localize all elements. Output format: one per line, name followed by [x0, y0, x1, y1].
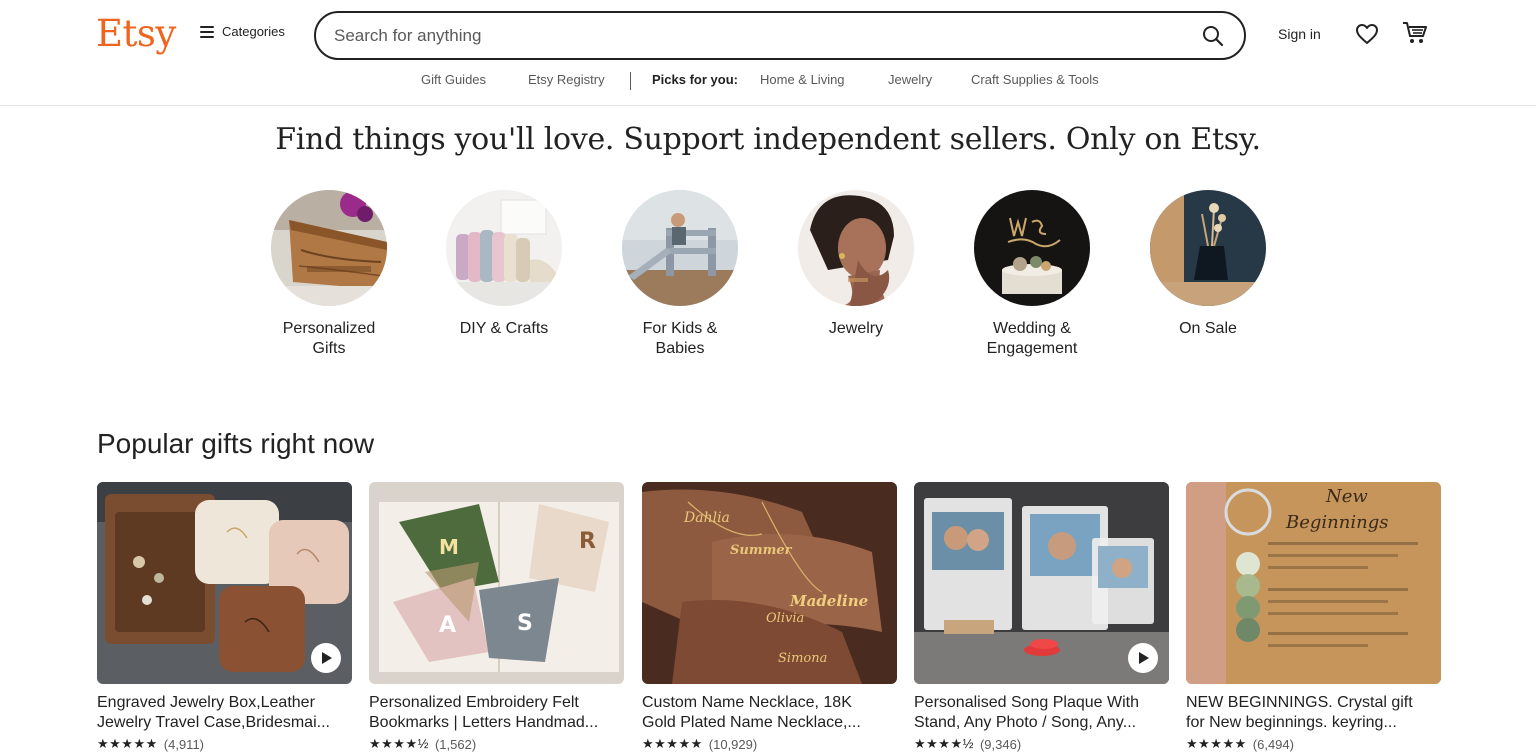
rating-stars-icon: ★★★★½ [369, 736, 429, 751]
category-wedding-engagement[interactable]: Wedding & Engagement [957, 190, 1107, 359]
sign-in-link[interactable]: Sign in [1278, 26, 1321, 42]
category-image [798, 190, 914, 306]
category-image [974, 190, 1090, 306]
category-on-sale[interactable]: On Sale [1133, 190, 1283, 339]
site-header: Etsy Categories Sign in Gift Guides Etsy… [0, 0, 1536, 106]
product-title: NEW BEGINNINGS. Crystal gift for New begi… [1186, 694, 1413, 731]
nav-home-living[interactable]: Home & Living [760, 72, 845, 87]
sub-navigation: Gift Guides Etsy Registry Picks for you:… [0, 72, 1536, 92]
svg-text:Summer: Summer [730, 543, 793, 558]
picks-label: Picks for you: [652, 72, 738, 87]
category-label: DIY & Crafts [459, 320, 549, 337]
review-count: (4,911) [163, 736, 205, 752]
category-image [1150, 190, 1266, 306]
category-kids-babies[interactable]: For Kids & Babies [605, 190, 755, 359]
product-title: Personalized Embroidery Felt Bookmarks | … [369, 694, 599, 731]
product-card[interactable]: New Beginnings NEW BEGINNINGS. Crystal g… [1186, 482, 1441, 752]
product-card[interactable]: R A S M Personalized Embroidery Felt Book… [369, 482, 624, 752]
product-rating: ★★★★½ (1,562) [369, 736, 624, 752]
product-image: R A S M [369, 482, 624, 684]
category-personalized-gifts[interactable]: Personalized Gifts [254, 190, 404, 359]
product-rating: ★★★★★ (10,929) [642, 736, 897, 752]
category-label: On Sale [1179, 320, 1237, 337]
category-label: Personalized Gifts [282, 320, 376, 357]
review-count: (1,562) [434, 736, 477, 752]
category-label: Jewelry [828, 320, 884, 337]
review-count: (10,929) [708, 736, 758, 752]
product-rating: ★★★★★ (6,494) [1186, 736, 1441, 752]
favorites-heart-icon[interactable] [1355, 23, 1381, 47]
categories-button[interactable]: Categories [200, 24, 285, 39]
nav-gift-guides[interactable]: Gift Guides [421, 72, 486, 87]
svg-text:New: New [1325, 486, 1368, 507]
svg-text:A: A [439, 613, 456, 638]
search-icon[interactable] [1200, 23, 1226, 49]
menu-icon [200, 25, 214, 38]
svg-text:S: S [517, 611, 533, 636]
category-jewelry[interactable]: Jewelry [781, 190, 931, 339]
svg-text:Olivia: Olivia [766, 611, 804, 626]
category-circles: Personalized Gifts DIY & Crafts For Kids… [0, 190, 1536, 370]
product-title: Engraved Jewelry Box,Leather Jewelry Trav… [97, 694, 330, 731]
rating-stars-icon: ★★★★½ [914, 736, 974, 751]
svg-text:Beginnings: Beginnings [1285, 512, 1388, 533]
etsy-logo[interactable]: Etsy [96, 12, 176, 55]
search-bar [314, 11, 1246, 60]
product-image [97, 482, 352, 684]
product-image: New Beginnings [1186, 482, 1441, 684]
cart-icon[interactable] [1402, 21, 1430, 47]
review-count: (6,494) [1252, 736, 1294, 752]
category-label: For Kids & Babies [642, 320, 718, 357]
rating-stars-icon: ★★★★★ [97, 736, 158, 751]
svg-text:Madeline: Madeline [789, 592, 868, 610]
categories-label: Categories [222, 24, 285, 39]
svg-text:R: R [579, 529, 596, 554]
rating-stars-icon: ★★★★★ [642, 736, 703, 751]
category-diy-crafts[interactable]: DIY & Crafts [429, 190, 579, 339]
section-title: Popular gifts right now [97, 428, 375, 459]
product-rating: ★★★★★ (4,911) [97, 736, 352, 752]
play-video-icon[interactable] [1128, 643, 1158, 673]
play-video-icon[interactable] [311, 643, 341, 673]
product-image [914, 482, 1169, 684]
product-image: Dahlia Summer Madeline Olivia Simona [642, 482, 897, 684]
product-title: Custom Name Necklace, 18K Gold Plated Nam… [642, 694, 861, 731]
category-image [271, 190, 387, 306]
search-input[interactable] [334, 25, 1200, 46]
category-image [622, 190, 738, 306]
product-title: Personalised Song Plaque With Stand, Any … [914, 694, 1140, 731]
product-rating: ★★★★½ (9,346) [914, 736, 1169, 752]
svg-text:M: M [439, 535, 459, 559]
hero-title: Find things you'll love. Support indepen… [275, 122, 1261, 157]
nav-divider [630, 72, 631, 90]
rating-stars-icon: ★★★★★ [1186, 736, 1247, 751]
category-label: Wedding & Engagement [986, 320, 1078, 357]
nav-craft-supplies[interactable]: Craft Supplies & Tools [971, 72, 1099, 87]
svg-text:Simona: Simona [778, 651, 827, 666]
nav-etsy-registry[interactable]: Etsy Registry [528, 72, 605, 87]
product-card[interactable]: Personalised Song Plaque With Stand, Any … [914, 482, 1169, 752]
svg-text:Dahlia: Dahlia [683, 510, 730, 526]
review-count: (9,346) [979, 736, 1022, 752]
category-image [446, 190, 562, 306]
product-card[interactable]: Dahlia Summer Madeline Olivia Simona Cus… [642, 482, 897, 752]
product-card[interactable]: Engraved Jewelry Box,Leather Jewelry Trav… [97, 482, 352, 752]
nav-jewelry[interactable]: Jewelry [888, 72, 932, 87]
